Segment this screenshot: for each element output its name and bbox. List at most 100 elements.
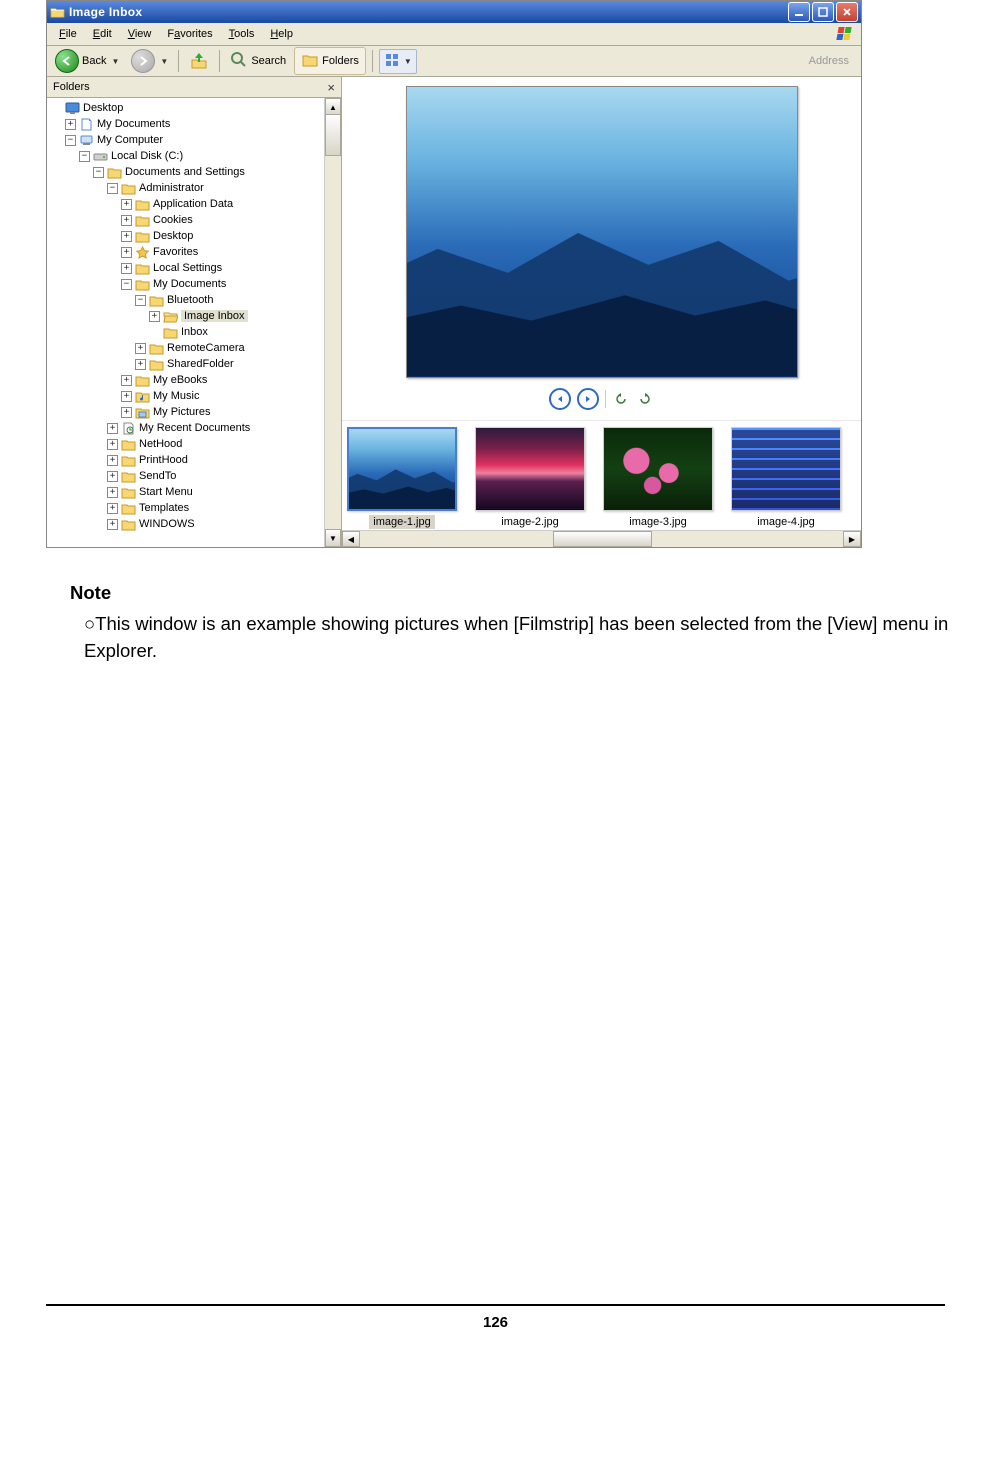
- collapse-icon[interactable]: −: [107, 183, 118, 194]
- tree-node[interactable]: −Bluetooth: [47, 292, 341, 308]
- tree-node[interactable]: +SendTo: [47, 468, 341, 484]
- menu-edit[interactable]: Edit: [85, 26, 120, 42]
- menu-favorites[interactable]: Favorites: [159, 26, 220, 42]
- tree-node[interactable]: +My Recent Documents: [47, 420, 341, 436]
- expand-icon[interactable]: +: [121, 215, 132, 226]
- tree-node[interactable]: −Administrator: [47, 180, 341, 196]
- expand-icon[interactable]: +: [107, 487, 118, 498]
- tree-node[interactable]: +SharedFolder: [47, 356, 341, 372]
- tree-node[interactable]: +Start Menu: [47, 484, 341, 500]
- tree-node[interactable]: Desktop: [47, 100, 341, 116]
- expand-icon[interactable]: +: [135, 359, 146, 370]
- menu-help[interactable]: Help: [262, 26, 301, 42]
- back-button[interactable]: Back ▼: [51, 49, 123, 73]
- thumbnail[interactable]: image-2.jpg: [474, 427, 586, 529]
- thumbnail[interactable]: image-3.jpg: [602, 427, 714, 529]
- scroll-thumb[interactable]: [325, 114, 341, 156]
- tree-node[interactable]: +WINDOWS: [47, 516, 341, 532]
- close-button[interactable]: [836, 2, 858, 22]
- tree-node[interactable]: +Local Settings: [47, 260, 341, 276]
- collapse-icon[interactable]: −: [93, 167, 104, 178]
- menu-view[interactable]: View: [120, 26, 160, 42]
- expand-icon[interactable]: +: [121, 375, 132, 386]
- expand-icon[interactable]: +: [121, 391, 132, 402]
- tree-node[interactable]: +Image Inbox: [47, 308, 341, 324]
- tree-node[interactable]: +Desktop: [47, 228, 341, 244]
- expand-icon[interactable]: +: [107, 503, 118, 514]
- tree-node[interactable]: +Application Data: [47, 196, 341, 212]
- scroll-right-button[interactable]: ▶: [843, 531, 861, 547]
- next-image-button[interactable]: [577, 388, 599, 410]
- folder-tree[interactable]: ▲ ▼ Desktop+My Documents−My Computer−Loc…: [47, 98, 341, 547]
- horizontal-scrollbar[interactable]: ◀ ▶: [342, 530, 861, 547]
- folder-icon: [121, 438, 136, 451]
- expand-icon[interactable]: +: [107, 471, 118, 482]
- tree-node[interactable]: −My Computer: [47, 132, 341, 148]
- scroll-left-button[interactable]: ◀: [342, 531, 360, 547]
- tree-node[interactable]: +My Documents: [47, 116, 341, 132]
- vertical-scrollbar[interactable]: ▲ ▼: [324, 98, 341, 547]
- rotate-ccw-button[interactable]: [612, 390, 630, 408]
- expand-icon[interactable]: +: [121, 247, 132, 258]
- expand-icon[interactable]: +: [107, 519, 118, 530]
- forward-dropdown-icon[interactable]: ▼: [160, 57, 168, 66]
- expand-icon[interactable]: +: [107, 439, 118, 450]
- views-button[interactable]: ▼: [379, 49, 417, 74]
- back-dropdown-icon[interactable]: ▼: [111, 57, 119, 66]
- expand-icon[interactable]: +: [149, 311, 160, 322]
- folders-icon: [301, 51, 319, 72]
- forward-icon: [131, 49, 155, 73]
- thumbnail-label: image-2.jpg: [497, 515, 562, 529]
- note-body: ○This window is an example showing pictu…: [70, 611, 989, 665]
- collapse-icon[interactable]: −: [135, 295, 146, 306]
- minimize-button[interactable]: [788, 2, 810, 22]
- tree-node[interactable]: +My Music: [47, 388, 341, 404]
- tree-node[interactable]: +NetHood: [47, 436, 341, 452]
- tree-node[interactable]: + Favorites: [47, 244, 341, 260]
- expand-icon[interactable]: +: [107, 423, 118, 434]
- tree-node-label: Favorites: [153, 246, 198, 258]
- tree-node[interactable]: +My Pictures: [47, 404, 341, 420]
- tree-node[interactable]: −Documents and Settings: [47, 164, 341, 180]
- thumbnail[interactable]: image-4.jpg: [730, 427, 842, 529]
- tree-node[interactable]: −My Documents: [47, 276, 341, 292]
- expand-icon[interactable]: +: [121, 263, 132, 274]
- prev-image-button[interactable]: [549, 388, 571, 410]
- expand-icon[interactable]: +: [135, 343, 146, 354]
- tree-node[interactable]: +RemoteCamera: [47, 340, 341, 356]
- up-button[interactable]: [185, 49, 213, 73]
- collapse-icon[interactable]: −: [121, 279, 132, 290]
- tree-node[interactable]: Inbox: [47, 324, 341, 340]
- scroll-track[interactable]: [360, 531, 843, 547]
- forward-button[interactable]: ▼: [127, 49, 172, 73]
- expand-icon[interactable]: +: [65, 119, 76, 130]
- thumbnail[interactable]: image-1.jpg: [346, 427, 458, 529]
- folders-panel-close[interactable]: ×: [327, 80, 335, 95]
- favorites-icon: [135, 246, 150, 259]
- tree-node-label: Cookies: [153, 214, 193, 226]
- recentdocs-icon: [121, 422, 136, 435]
- maximize-button[interactable]: [812, 2, 834, 22]
- tree-node[interactable]: +PrintHood: [47, 452, 341, 468]
- expand-icon[interactable]: +: [107, 455, 118, 466]
- tree-node[interactable]: + Cookies: [47, 212, 341, 228]
- collapse-icon[interactable]: −: [65, 135, 76, 146]
- page-footer: 126: [0, 1304, 991, 1351]
- tree-node[interactable]: −Local Disk (C:): [47, 148, 341, 164]
- folder-icon: [135, 262, 150, 275]
- expand-icon[interactable]: +: [121, 199, 132, 210]
- expand-icon[interactable]: +: [121, 231, 132, 242]
- footer-rule: [46, 1304, 945, 1306]
- tree-node[interactable]: +Templates: [47, 500, 341, 516]
- tree-node[interactable]: +My eBooks: [47, 372, 341, 388]
- collapse-icon[interactable]: −: [79, 151, 90, 162]
- scroll-thumb[interactable]: [553, 531, 652, 547]
- scroll-down-button[interactable]: ▼: [325, 529, 341, 547]
- search-button[interactable]: Search: [226, 49, 290, 73]
- menu-file[interactable]: File: [51, 26, 85, 42]
- menu-tools[interactable]: Tools: [221, 26, 263, 42]
- rotate-cw-button[interactable]: [636, 390, 654, 408]
- expand-icon[interactable]: +: [121, 407, 132, 418]
- preview-image[interactable]: [406, 86, 798, 378]
- folders-button[interactable]: Folders: [294, 47, 366, 75]
